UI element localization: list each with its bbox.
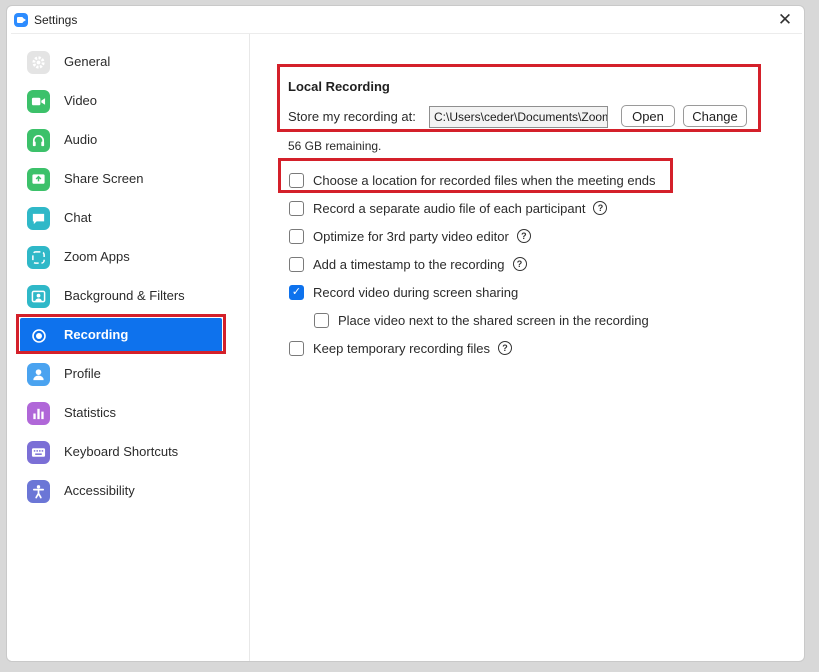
option-optimize-editor: Optimize for 3rd party video editor ? <box>289 226 531 246</box>
video-camera-icon <box>27 90 50 113</box>
help-icon[interactable]: ? <box>498 341 513 355</box>
sidebar-item-zoom-apps[interactable]: Zoom Apps <box>20 240 222 274</box>
sidebar-item-label: Video <box>64 93 98 108</box>
option-record-screen-sharing: ✓ Record video during screen sharing <box>289 282 518 302</box>
option-add-timestamp: Add a timestamp to the recording ? <box>289 254 527 274</box>
option-label: Optimize for 3rd party video editor <box>313 228 509 244</box>
chat-bubble-icon <box>27 207 50 230</box>
settings-window: Settings ✕ General Video Audio Share Scr… <box>6 5 805 662</box>
sidebar: General Video Audio Share Screen Chat Zo… <box>11 34 250 661</box>
sidebar-item-label: Chat <box>64 210 92 225</box>
sidebar-item-label: Profile <box>64 366 101 381</box>
sidebar-item-label: Accessibility <box>64 483 135 498</box>
share-screen-icon <box>27 168 50 191</box>
sidebar-item-label: General <box>64 54 111 69</box>
title-bar: Settings ✕ <box>7 6 804 34</box>
optimize-editor-checkbox[interactable] <box>289 228 304 244</box>
option-place-video-next: Place video next to the shared screen in… <box>314 310 649 330</box>
place-video-next-checkbox[interactable] <box>314 312 329 328</box>
sidebar-item-label: Background & Filters <box>64 288 185 303</box>
keyboard-icon <box>27 441 50 464</box>
zoom-app-icon <box>14 13 28 27</box>
apps-icon <box>27 246 50 269</box>
sidebar-item-video[interactable]: Video <box>20 84 222 118</box>
sidebar-item-label: Recording <box>64 327 129 342</box>
option-label: Record a separate audio file of each par… <box>313 200 586 216</box>
checkmark-icon: ✓ <box>291 285 302 298</box>
option-label: Place video next to the shared screen in… <box>338 312 649 328</box>
sidebar-item-general[interactable]: General <box>20 45 222 79</box>
keep-temp-files-checkbox[interactable] <box>289 340 304 356</box>
headphones-icon <box>27 129 50 152</box>
help-icon[interactable]: ? <box>593 201 608 215</box>
help-icon[interactable]: ? <box>512 257 527 271</box>
sidebar-item-accessibility[interactable]: Accessibility <box>20 474 222 508</box>
sidebar-item-chat[interactable]: Chat <box>20 201 222 235</box>
option-label: Keep temporary recording files <box>313 340 491 356</box>
sidebar-item-label: Share Screen <box>64 171 144 186</box>
sidebar-item-audio[interactable]: Audio <box>20 123 222 157</box>
close-button[interactable]: ✕ <box>772 8 798 32</box>
sidebar-item-statistics[interactable]: Statistics <box>20 396 222 430</box>
option-label: Add a timestamp to the recording <box>313 256 505 272</box>
option-choose-location: Choose a location for recorded files whe… <box>289 170 656 190</box>
option-label: Record video during screen sharing <box>313 284 519 300</box>
record-icon <box>27 324 50 347</box>
sidebar-item-label: Statistics <box>64 405 117 420</box>
background-icon <box>27 285 50 308</box>
add-timestamp-checkbox[interactable] <box>289 256 304 272</box>
sidebar-item-recording[interactable]: Recording <box>20 318 222 352</box>
sidebar-item-profile[interactable]: Profile <box>20 357 222 391</box>
option-separate-audio: Record a separate audio file of each par… <box>289 198 608 218</box>
choose-location-checkbox[interactable] <box>289 172 304 188</box>
store-recording-label: Store my recording at: <box>288 109 416 124</box>
recording-path-field[interactable]: C:\Users\ceder\Documents\Zoom <box>429 106 608 128</box>
sidebar-item-keyboard-shortcuts[interactable]: Keyboard Shortcuts <box>20 435 222 469</box>
local-recording-title: Local Recording <box>288 79 390 94</box>
recording-settings-panel: Local Recording Store my recording at: C… <box>251 34 802 661</box>
separate-audio-checkbox[interactable] <box>289 200 304 216</box>
help-icon[interactable]: ? <box>516 229 531 243</box>
change-button[interactable]: Change <box>683 105 747 127</box>
open-button[interactable]: Open <box>621 105 675 127</box>
sidebar-item-label: Zoom Apps <box>64 249 130 264</box>
sidebar-item-label: Keyboard Shortcuts <box>64 444 179 459</box>
sidebar-item-background-filters[interactable]: Background & Filters <box>20 279 222 313</box>
settings-body: General Video Audio Share Screen Chat Zo… <box>11 33 802 661</box>
sidebar-item-share-screen[interactable]: Share Screen <box>20 162 222 196</box>
statistics-icon <box>27 402 50 425</box>
accessibility-icon <box>27 480 50 503</box>
window-title: Settings <box>34 13 78 27</box>
gear-icon <box>27 51 50 74</box>
option-label: Choose a location for recorded files whe… <box>313 172 656 188</box>
storage-remaining: 56 GB remaining. <box>288 139 382 153</box>
record-screen-sharing-checkbox[interactable]: ✓ <box>289 284 304 300</box>
profile-icon <box>27 363 50 386</box>
sidebar-item-label: Audio <box>64 132 98 147</box>
option-keep-temp-files: Keep temporary recording files ? <box>289 338 513 358</box>
